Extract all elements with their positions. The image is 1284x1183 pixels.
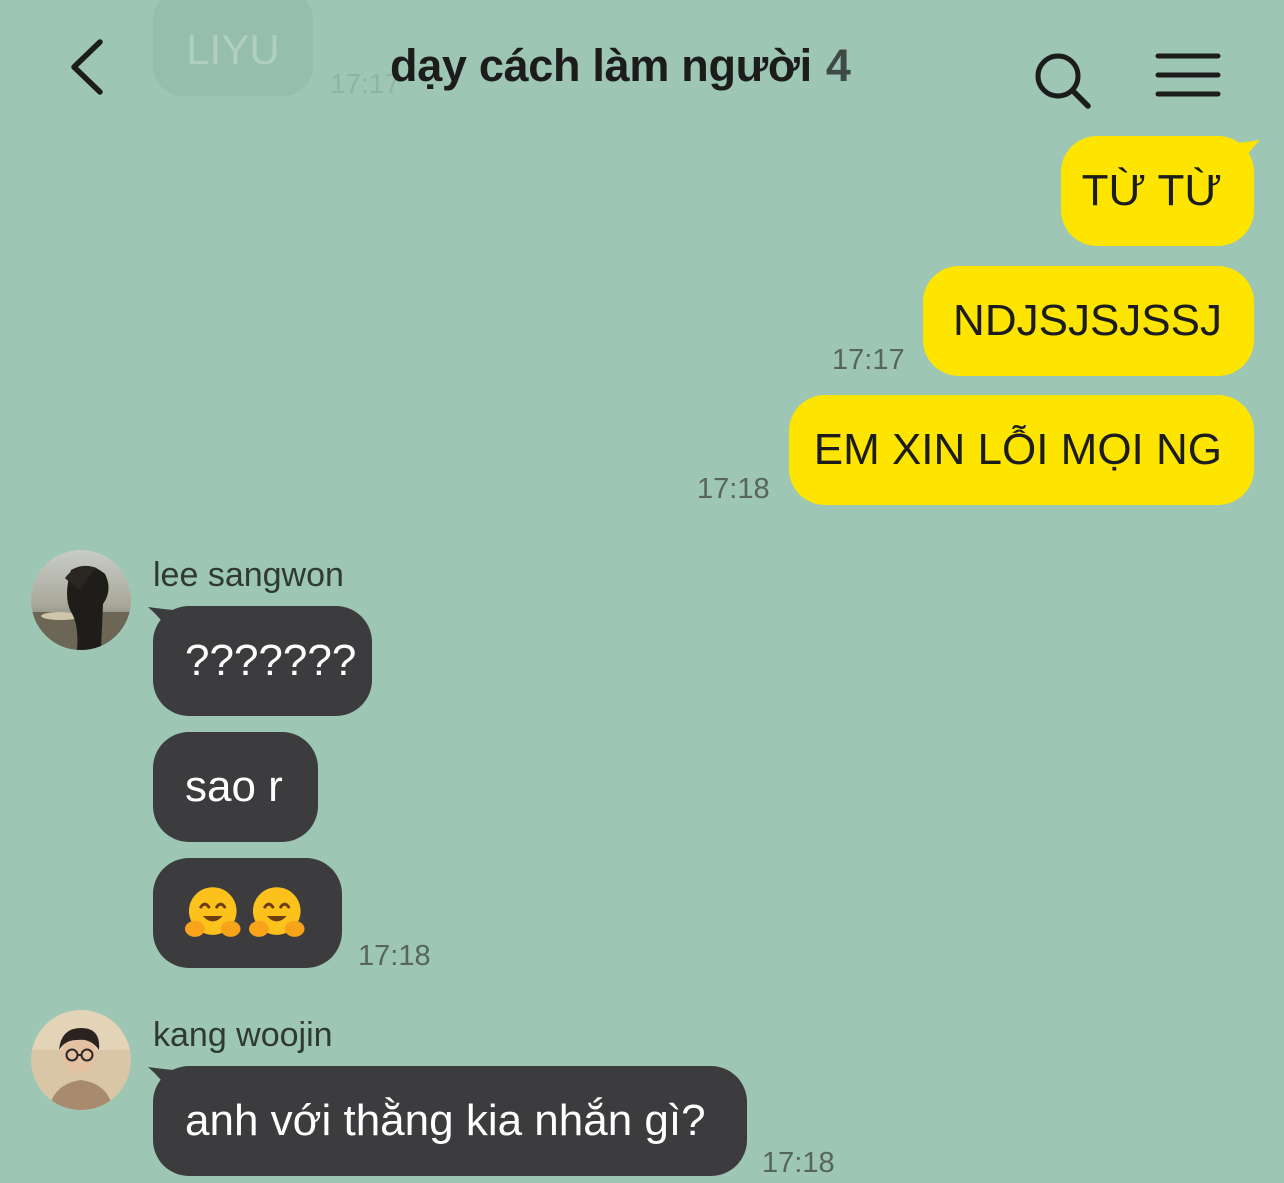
chevron-left-icon (71, 39, 103, 95)
hamburger-menu-icon (1155, 53, 1221, 97)
message-timestamp: 17:18 (358, 940, 431, 972)
previous-message-bubble[interactable]: LIYU (153, 0, 313, 96)
profile-photo (31, 1010, 131, 1110)
hugging-face-icon (248, 887, 305, 937)
sender-name: kang woojin (153, 1016, 333, 1054)
profile-photo (31, 550, 131, 650)
message-timestamp: 17:18 (762, 1147, 835, 1179)
their-message-text: anh với thằng kia nhắn gì? (185, 1096, 706, 1145)
chat-name: dạy cách làm người (390, 40, 812, 91)
avatar[interactable] (31, 1010, 131, 1110)
my-message-text: TỪ TỪ (1081, 166, 1222, 215)
chat-title: dạy cách làm người 4 (390, 40, 851, 92)
member-count: 4 (825, 40, 851, 91)
my-message-bubble[interactable]: TỪ TỪ (1061, 136, 1254, 246)
search-button[interactable] (1030, 48, 1096, 114)
their-message-bubble[interactable] (153, 858, 342, 968)
my-message-bubble[interactable]: NDJSJSJSSJ (923, 266, 1254, 376)
their-message-text: sao r (185, 762, 283, 811)
their-message-text: ??????? (185, 636, 357, 685)
previous-message-text: LIYU (186, 26, 280, 73)
hugging-face-icon (184, 887, 241, 937)
message-timestamp: 17:17 (832, 344, 905, 376)
menu-button[interactable] (1152, 46, 1224, 106)
my-message-bubble[interactable]: EM XIN LỖI MỌI NG (789, 395, 1254, 505)
search-icon (1035, 53, 1091, 109)
my-message-text: NDJSJSJSSJ (953, 296, 1222, 345)
their-message-bubble[interactable]: anh với thằng kia nhắn gì? (153, 1066, 747, 1176)
my-message-text: EM XIN LỖI MỌI NG (813, 425, 1222, 474)
sender-name: lee sangwon (153, 556, 344, 594)
back-button[interactable] (60, 30, 120, 100)
avatar[interactable] (31, 550, 131, 650)
chat-screen: LIYU 17:17 dạy cách làm người 4 TỪ TỪ NDJ… (0, 0, 1284, 1183)
message-timestamp: 17:18 (697, 473, 770, 505)
their-message-bubble[interactable]: ??????? (153, 606, 372, 716)
their-message-bubble[interactable]: sao r (153, 732, 318, 842)
